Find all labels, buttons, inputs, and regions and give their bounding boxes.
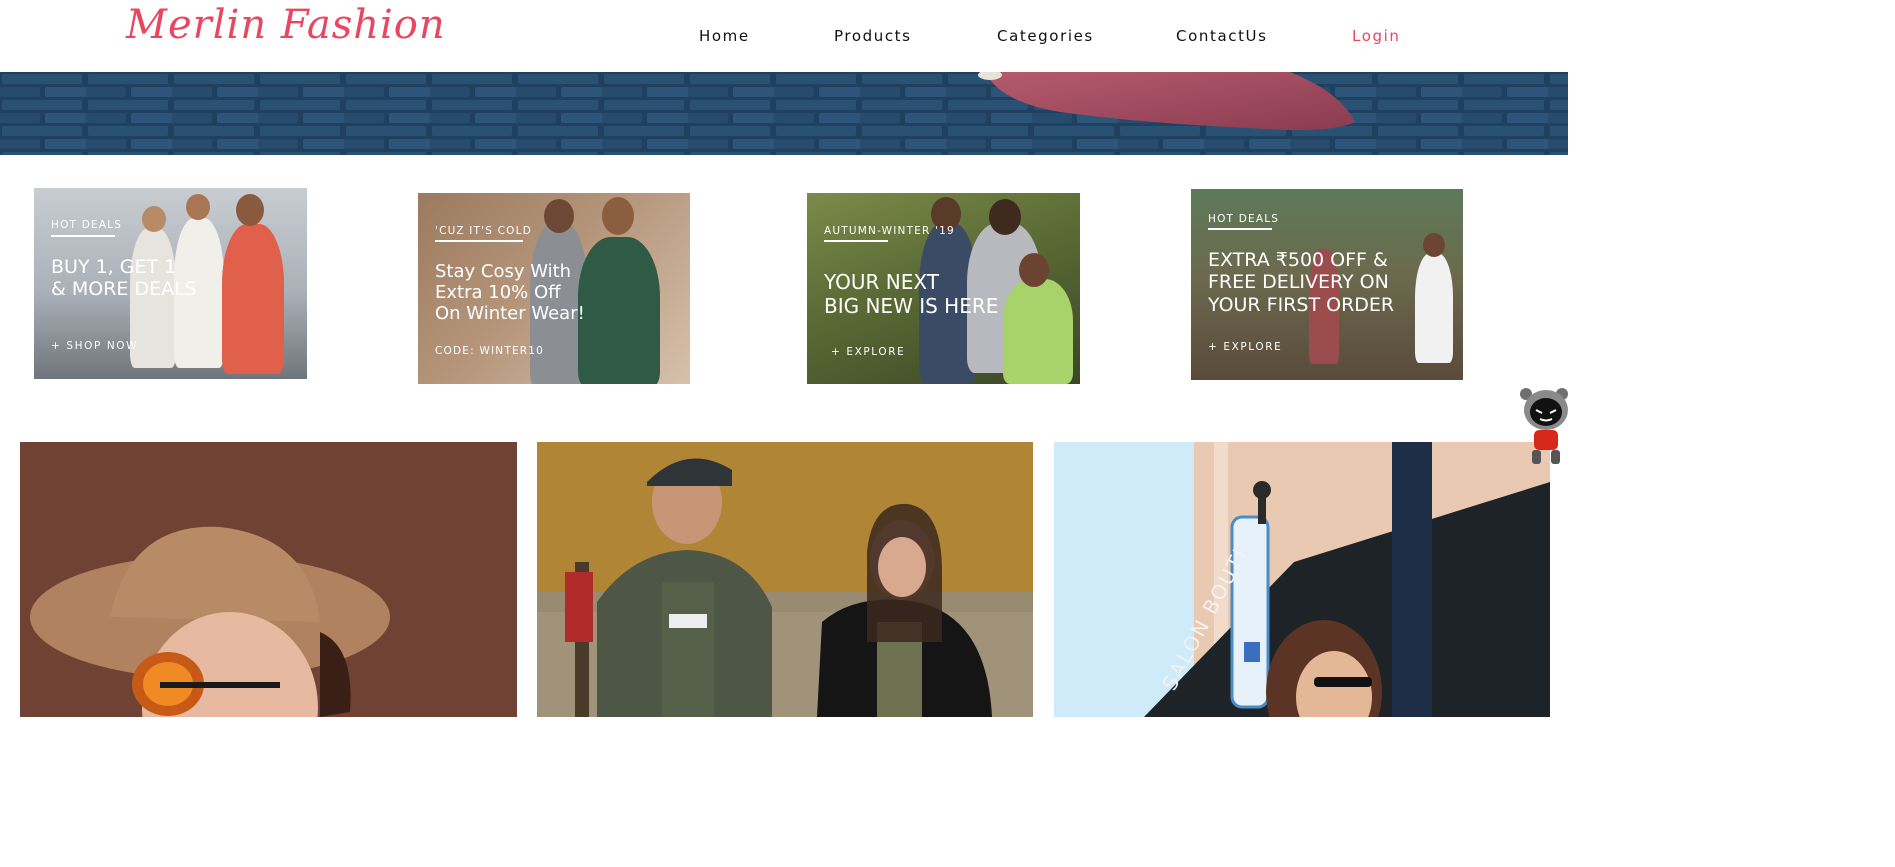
photo-card[interactable] xyxy=(20,442,517,717)
hero-image xyxy=(0,72,1568,155)
hero-banner xyxy=(0,72,1568,155)
person-figure xyxy=(1415,253,1453,363)
person-head xyxy=(236,194,264,226)
promo-banner-winter[interactable]: 'CUZ IT'S COLD Stay Cosy With Extra 10% … xyxy=(418,193,690,384)
promo-headline-line: FREE DELIVERY ON xyxy=(1208,271,1389,294)
promo-banner-first-order[interactable]: HOT DEALS EXTRA ₹500 OFF & FREE DELIVERY… xyxy=(1191,189,1463,380)
person-head xyxy=(1019,253,1049,287)
promo-banner-autumn-winter[interactable]: AUTUMN-WINTER '19 YOUR NEXT BIG NEW IS H… xyxy=(807,193,1080,384)
promo-headline: YOUR NEXT BIG NEW IS HERE xyxy=(824,270,999,318)
person-figure xyxy=(578,237,660,384)
promo-cta[interactable]: + SHOP NOW xyxy=(51,340,138,352)
person-figure xyxy=(222,224,284,374)
promo-code: CODE: WINTER10 xyxy=(435,345,545,357)
couple-in-jackets-photo-icon xyxy=(537,442,1033,717)
nav-login[interactable]: Login xyxy=(1352,27,1400,45)
promo-cta[interactable]: + EXPLORE xyxy=(1208,341,1282,353)
person-head xyxy=(142,206,166,232)
person-head xyxy=(602,197,634,235)
nav-home[interactable]: Home xyxy=(699,27,750,45)
person-head xyxy=(1423,233,1445,257)
promo-headline-line: On Winter Wear! xyxy=(435,303,585,325)
nav-products[interactable]: Products xyxy=(834,27,912,45)
promo-cta[interactable]: + EXPLORE xyxy=(831,346,905,358)
promo-headline-line: Extra 10% Off xyxy=(435,282,561,304)
promo-headline-line: YOUR NEXT xyxy=(824,270,939,294)
promo-headline-line: Stay Cosy With xyxy=(435,261,572,282)
person-head xyxy=(544,199,574,233)
promo-tag: 'CUZ IT'S COLD xyxy=(435,225,532,237)
nav-categories[interactable]: Categories xyxy=(997,27,1094,45)
promo-headline-line: BUY 1, GET 1 xyxy=(51,256,177,278)
brand-logo[interactable]: Merlin Fashion xyxy=(126,2,446,48)
robot-mascot-icon[interactable] xyxy=(1518,384,1568,468)
promo-headline: BUY 1, GET 1 & MORE DEALS xyxy=(51,256,197,301)
promo-headline: EXTRA ₹500 OFF & FREE DELIVERY ON YOUR F… xyxy=(1208,249,1394,316)
woman-at-storefront-photo-icon: SALON BOUTI xyxy=(1054,442,1550,717)
photo-card[interactable]: SALON BOUTI xyxy=(1054,442,1550,717)
promo-headline-line: YOUR FIRST ORDER xyxy=(1208,293,1395,316)
person-figure xyxy=(1003,279,1073,384)
promo-headline-line: BIG NEW IS HERE xyxy=(824,293,999,318)
promo-tag-underline xyxy=(51,235,115,237)
person-head xyxy=(989,199,1021,235)
promo-headline-line: & MORE DEALS xyxy=(51,278,197,301)
photo-card[interactable] xyxy=(537,442,1033,717)
person-head xyxy=(186,194,210,220)
promo-tag: AUTUMN-WINTER '19 xyxy=(824,225,955,237)
navbar: Merlin Fashion Home Products Categories … xyxy=(0,0,1568,72)
promo-banner-hot-deals[interactable]: HOT DEALS BUY 1, GET 1 & MORE DEALS + SH… xyxy=(34,188,307,379)
promo-headline-line: EXTRA ₹500 OFF & xyxy=(1208,249,1388,271)
promo-headline: Stay Cosy With Extra 10% Off On Winter W… xyxy=(435,261,585,325)
promo-tag-underline xyxy=(1208,228,1272,230)
nav-contactus[interactable]: ContactUs xyxy=(1176,27,1268,45)
promo-tag: HOT DEALS xyxy=(51,219,123,231)
promo-tag: HOT DEALS xyxy=(1208,213,1280,225)
promo-tag-underline xyxy=(435,240,523,242)
woman-in-hat-photo-icon xyxy=(20,442,517,717)
promo-tag-underline xyxy=(824,240,888,242)
